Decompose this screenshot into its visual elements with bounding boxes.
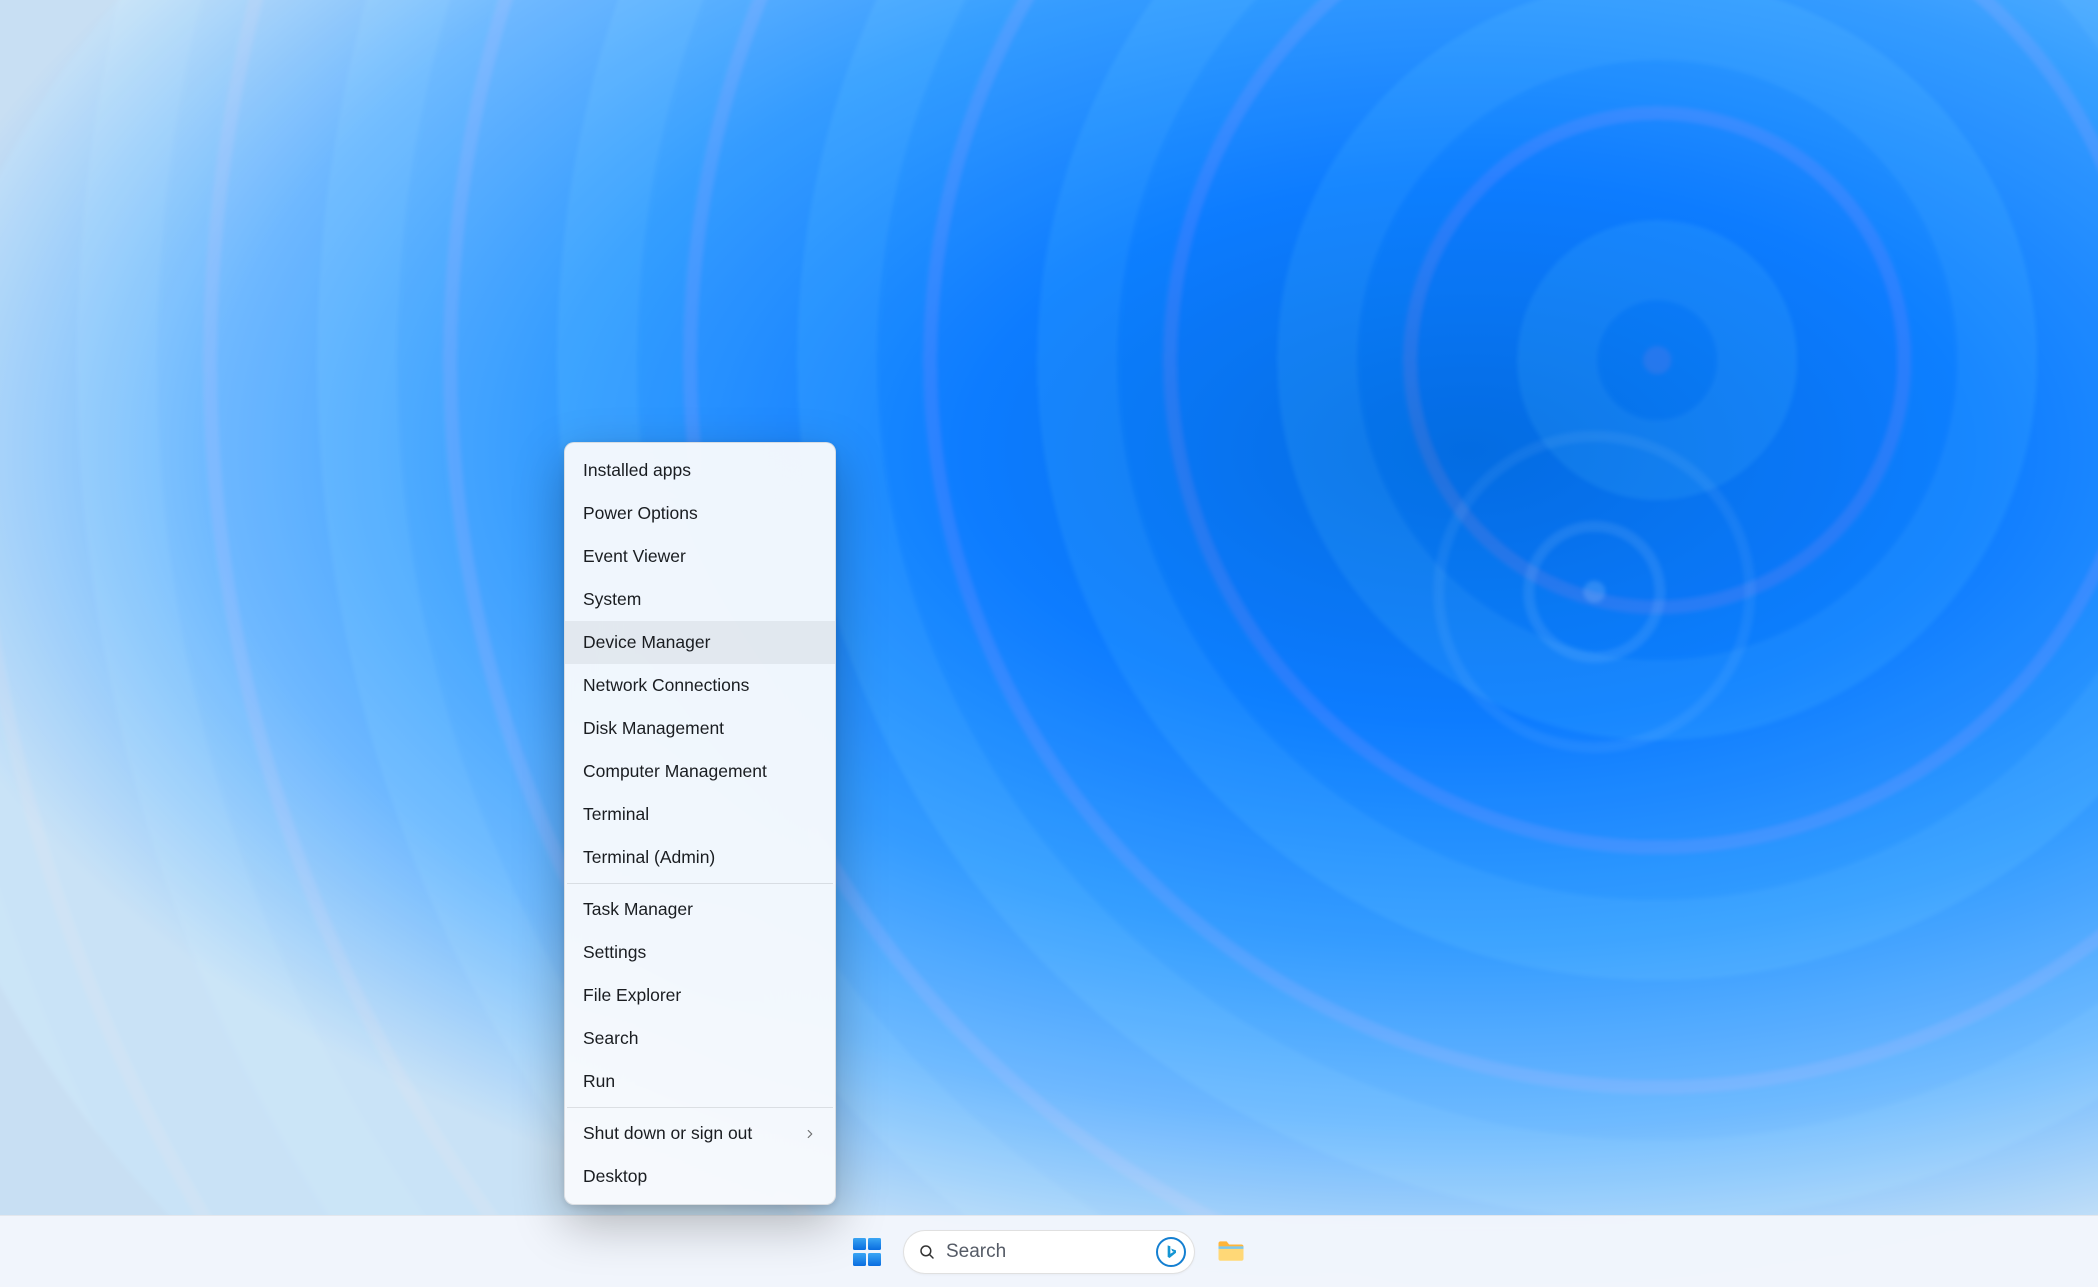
taskbar: Search xyxy=(0,1215,2098,1287)
search-placeholder: Search xyxy=(946,1241,1146,1263)
menu-item-label: Run xyxy=(583,1060,615,1103)
bing-icon[interactable] xyxy=(1156,1237,1186,1267)
menu-item-label: Terminal xyxy=(583,793,649,836)
chevron-right-icon xyxy=(803,1127,817,1141)
menu-item-label: Device Manager xyxy=(583,621,710,664)
winx-item-search[interactable]: Search xyxy=(565,1017,835,1060)
taskbar-search[interactable]: Search xyxy=(903,1230,1195,1274)
file-explorer-icon xyxy=(1216,1237,1246,1267)
search-icon xyxy=(918,1243,936,1261)
menu-item-label: Power Options xyxy=(583,492,698,535)
winx-item-terminal[interactable]: Terminal xyxy=(565,793,835,836)
menu-item-label: Shut down or sign out xyxy=(583,1112,752,1155)
menu-separator xyxy=(567,883,833,884)
winx-item-installed-apps[interactable]: Installed apps xyxy=(565,449,835,492)
menu-item-label: Task Manager xyxy=(583,888,693,931)
winx-item-network-connections[interactable]: Network Connections xyxy=(565,664,835,707)
desktop-wallpaper xyxy=(0,0,2098,1287)
winx-context-menu: Installed appsPower OptionsEvent ViewerS… xyxy=(564,442,836,1205)
winx-item-event-viewer[interactable]: Event Viewer xyxy=(565,535,835,578)
menu-item-label: Network Connections xyxy=(583,664,749,707)
menu-item-label: Event Viewer xyxy=(583,535,686,578)
menu-item-label: Desktop xyxy=(583,1155,647,1198)
winx-item-file-explorer[interactable]: File Explorer xyxy=(565,974,835,1017)
menu-separator xyxy=(567,1107,833,1108)
winx-item-task-manager[interactable]: Task Manager xyxy=(565,888,835,931)
menu-item-label: File Explorer xyxy=(583,974,681,1017)
winx-item-run[interactable]: Run xyxy=(565,1060,835,1103)
menu-item-label: Terminal (Admin) xyxy=(583,836,715,879)
winx-item-power-options[interactable]: Power Options xyxy=(565,492,835,535)
menu-item-label: Settings xyxy=(583,931,646,974)
winx-item-shut-down-or-sign-out[interactable]: Shut down or sign out xyxy=(565,1112,835,1155)
menu-item-label: Computer Management xyxy=(583,750,767,793)
winx-item-terminal-admin[interactable]: Terminal (Admin) xyxy=(565,836,835,879)
winx-item-system[interactable]: System xyxy=(565,578,835,621)
menu-item-label: Installed apps xyxy=(583,449,691,492)
taskbar-pinned-file-explorer[interactable] xyxy=(1209,1230,1253,1274)
winx-item-device-manager[interactable]: Device Manager xyxy=(565,621,835,664)
winx-item-desktop[interactable]: Desktop xyxy=(565,1155,835,1198)
windows-logo-icon xyxy=(853,1238,881,1266)
winx-item-settings[interactable]: Settings xyxy=(565,931,835,974)
winx-item-disk-management[interactable]: Disk Management xyxy=(565,707,835,750)
menu-item-label: Search xyxy=(583,1017,638,1060)
menu-item-label: Disk Management xyxy=(583,707,724,750)
menu-item-label: System xyxy=(583,578,641,621)
start-button[interactable] xyxy=(845,1230,889,1274)
winx-item-computer-management[interactable]: Computer Management xyxy=(565,750,835,793)
